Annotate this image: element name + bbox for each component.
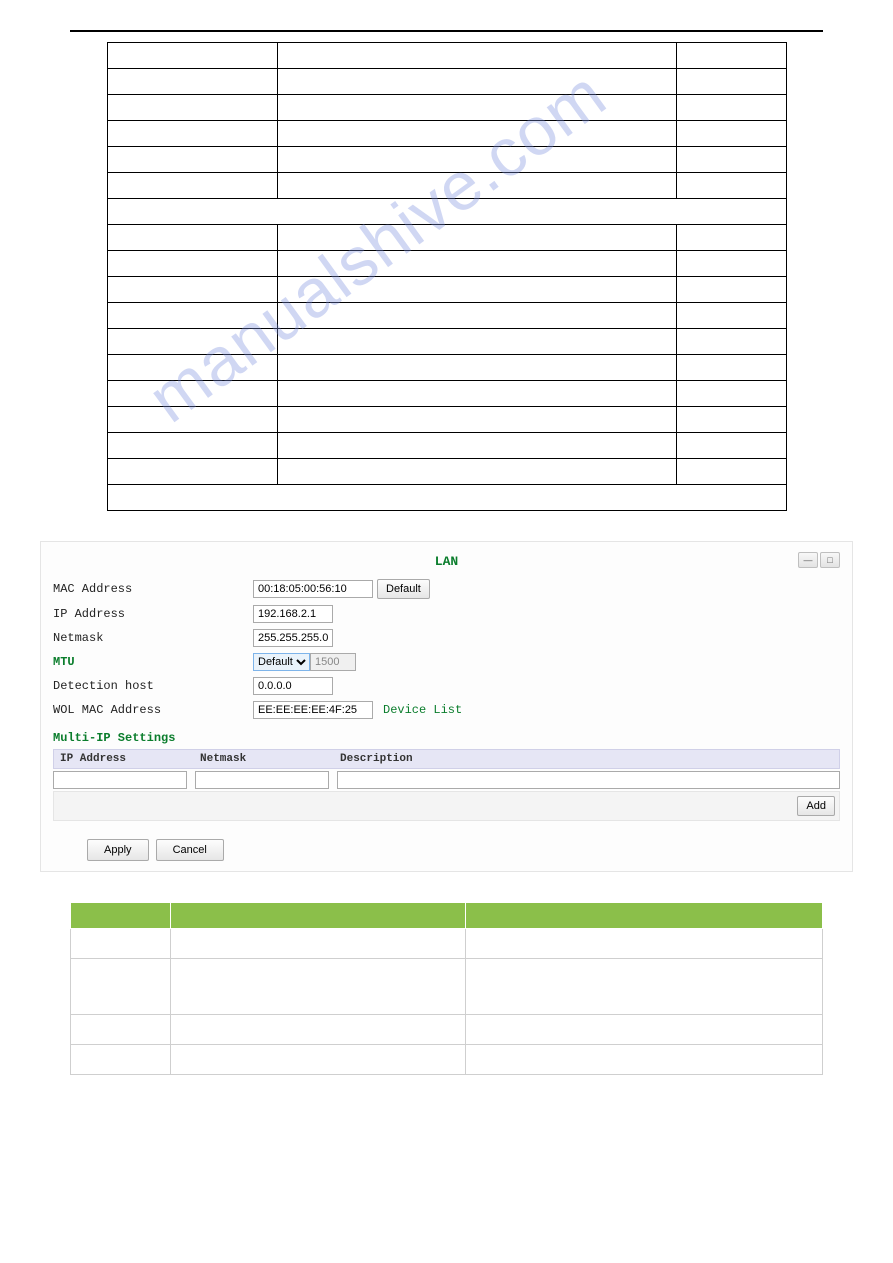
table-row <box>107 303 786 329</box>
table-row <box>107 459 786 485</box>
maximize-icon[interactable]: □ <box>820 552 840 568</box>
mac-address-label: MAC Address <box>53 582 253 596</box>
device-list-link[interactable]: Device List <box>383 703 462 717</box>
table-row <box>71 929 823 959</box>
netmask-input[interactable] <box>253 629 333 647</box>
table-row <box>107 407 786 433</box>
netmask-label: Netmask <box>53 631 253 645</box>
mac-address-input[interactable] <box>253 580 373 598</box>
mtu-value-input <box>310 653 356 671</box>
ip-address-input[interactable] <box>253 605 333 623</box>
table-header-row <box>71 903 823 929</box>
mtu-select[interactable]: Default <box>253 653 310 671</box>
col-ip-address: IP Address <box>54 750 194 768</box>
table-row <box>107 485 786 511</box>
multi-ip-address-input[interactable] <box>53 771 187 789</box>
multi-ip-input-row <box>53 771 840 789</box>
detection-host-input[interactable] <box>253 677 333 695</box>
table-row <box>71 959 823 1015</box>
green-header-table <box>70 902 823 1075</box>
col-description: Description <box>334 750 839 768</box>
table-row <box>107 225 786 251</box>
table-row <box>71 1015 823 1045</box>
apply-button[interactable]: Apply <box>87 839 149 861</box>
multi-ip-heading: Multi-IP Settings <box>53 731 840 745</box>
multi-ip-description-input[interactable] <box>337 771 840 789</box>
top-double-rule <box>70 30 823 32</box>
lan-panel: LAN — □ MAC Address Default IP Address N… <box>40 541 853 872</box>
cancel-button[interactable]: Cancel <box>156 839 224 861</box>
table-row <box>107 199 786 225</box>
green-th-2 <box>171 903 466 929</box>
table-row <box>107 329 786 355</box>
table-row <box>107 355 786 381</box>
default-button[interactable]: Default <box>377 579 430 599</box>
detection-host-label: Detection host <box>53 679 253 693</box>
table-row <box>107 147 786 173</box>
lan-title: LAN <box>435 554 458 569</box>
green-th-3 <box>466 903 823 929</box>
table-row <box>107 381 786 407</box>
multi-ip-header-row: IP Address Netmask Description <box>53 749 840 769</box>
wol-mac-input[interactable] <box>253 701 373 719</box>
table-row <box>107 433 786 459</box>
table-row <box>107 69 786 95</box>
wol-mac-label: WOL MAC Address <box>53 703 253 717</box>
minimize-icon[interactable]: — <box>798 552 818 568</box>
table-row <box>107 173 786 199</box>
table-row <box>107 121 786 147</box>
upper-empty-table <box>107 42 787 511</box>
table-row <box>71 1045 823 1075</box>
table-row <box>107 43 786 69</box>
green-th-1 <box>71 903 171 929</box>
ip-address-label: IP Address <box>53 607 253 621</box>
table-row <box>107 95 786 121</box>
add-button[interactable]: Add <box>797 796 835 816</box>
multi-ip-netmask-input[interactable] <box>195 771 329 789</box>
table-row <box>107 277 786 303</box>
mtu-label: MTU <box>53 655 253 669</box>
table-row <box>107 251 786 277</box>
col-netmask: Netmask <box>194 750 334 768</box>
